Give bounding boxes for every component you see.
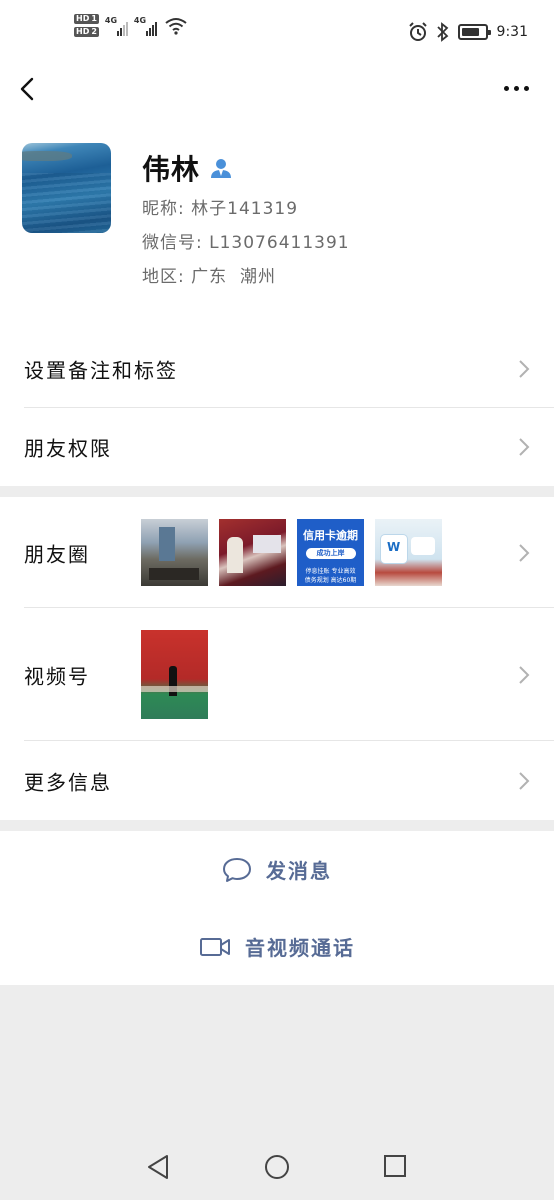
moments-thumb[interactable] [219,519,286,586]
moments-thumb[interactable] [141,519,208,586]
bluetooth-icon [436,22,448,42]
avatar[interactable] [22,143,111,233]
video-call-button[interactable]: 音视频通话 [0,908,554,985]
system-navigation-bar [0,1130,554,1200]
chevron-right-icon [519,665,530,684]
signal-1-icon: 4G [105,16,128,36]
nickname-value: 林子141319 [191,199,299,219]
channels-thumb[interactable] [141,630,208,719]
wifi-icon [165,17,187,35]
send-message-button[interactable]: 发消息 [0,831,554,908]
net1-label: 4G [104,15,118,25]
video-call-label: 音视频通话 [245,936,355,960]
hd2-num: 2 [91,27,97,36]
status-right: 9:31 [408,22,528,42]
hd2-label: HD [76,27,90,36]
nickname-line: 昵称: 林子141319 [142,194,298,219]
status-bar: HD 1 HD 2 4G 4G 9:31 [0,0,554,60]
settings-group: 设置备注和标签 朋友权限 [0,330,554,486]
profile-card: 伟林 昵称: 林子141319 微信号: L13076411391 地区: 广东… [0,120,554,330]
net2-label: 4G [133,15,147,25]
more-dot [513,85,519,91]
hd1-label: HD [76,14,90,23]
battery-icon [457,24,491,40]
nav-home-icon[interactable] [264,1154,290,1180]
wechat-id-label: 微信号: [142,233,203,253]
person-icon [211,159,232,178]
remark-tags-row[interactable]: 设置备注和标签 [0,330,554,408]
moments-label: 朋友圈 [24,542,90,566]
friend-permissions-row[interactable]: 朋友权限 [0,408,554,486]
remark-tags-label: 设置备注和标签 [24,358,178,383]
region-label: 地区: [142,267,185,287]
actions-group: 发消息 音视频通话 [0,831,554,985]
wechat-id-value: L13076411391 [209,233,350,253]
video-camera-icon [200,937,230,956]
moments-thumb[interactable]: 信用卡逾期 成功上岸 停息挂账 专业高效 债务规划 高达60期 [297,519,364,586]
region-line: 地区: 广东 潮州 [142,262,276,287]
hd1-icon: HD 1 [74,14,99,24]
more-dot [503,85,509,91]
hd2-icon: HD 2 [74,27,99,37]
nav-header [0,60,554,120]
hd-indicators: HD 1 HD 2 [74,14,99,37]
channels-label: 视频号 [24,664,90,688]
chevron-right-icon [519,438,530,456]
chevron-right-icon [519,543,530,562]
more-info-label: 更多信息 [24,770,112,794]
channels-row[interactable]: 视频号 [0,608,554,741]
clock-time: 9:31 [496,24,528,40]
moments-thumb[interactable]: W [375,519,442,586]
chevron-right-icon [519,771,530,790]
nav-back-icon[interactable] [146,1154,170,1180]
content-group: 朋友圈 信用卡逾期 成功上岸 停息挂账 专业高效 债务规划 高达60期 W 视频… [0,497,554,820]
name-row: 伟林 [142,148,232,188]
thumb-logo-mark: W [387,540,401,554]
region-value: 广东 潮州 [191,267,276,287]
chevron-left-icon [20,77,34,101]
nickname-label: 昵称: [142,199,185,219]
chat-bubble-icon [223,857,251,882]
back-button[interactable] [14,74,44,104]
send-message-label: 发消息 [266,859,332,883]
more-button[interactable] [500,78,532,98]
chevron-right-icon [519,360,530,378]
status-left: HD 1 HD 2 4G 4G [74,14,187,37]
display-name: 伟林 [142,153,201,186]
nav-recents-icon[interactable] [383,1154,407,1178]
hd1-num: 1 [91,14,97,23]
moments-thumbnails: 信用卡逾期 成功上岸 停息挂账 专业高效 债务规划 高达60期 W [141,519,442,586]
alarm-icon [408,22,427,41]
friend-permissions-label: 朋友权限 [24,436,112,461]
more-dot [523,85,529,91]
signal-2-icon: 4G [134,16,157,36]
more-info-row[interactable]: 更多信息 [0,741,554,820]
wechat-id-line: 微信号: L13076411391 [142,228,350,253]
battery-fill [461,28,480,36]
thumb-text: 债务规划 高达60期 [304,577,357,584]
thumb-text: 停息挂账 专业高效 [305,568,356,575]
thumb-text: 信用卡逾期 [303,529,358,542]
moments-row[interactable]: 朋友圈 信用卡逾期 成功上岸 停息挂账 专业高效 债务规划 高达60期 W [0,497,554,608]
thumb-text: 成功上岸 [305,548,356,559]
